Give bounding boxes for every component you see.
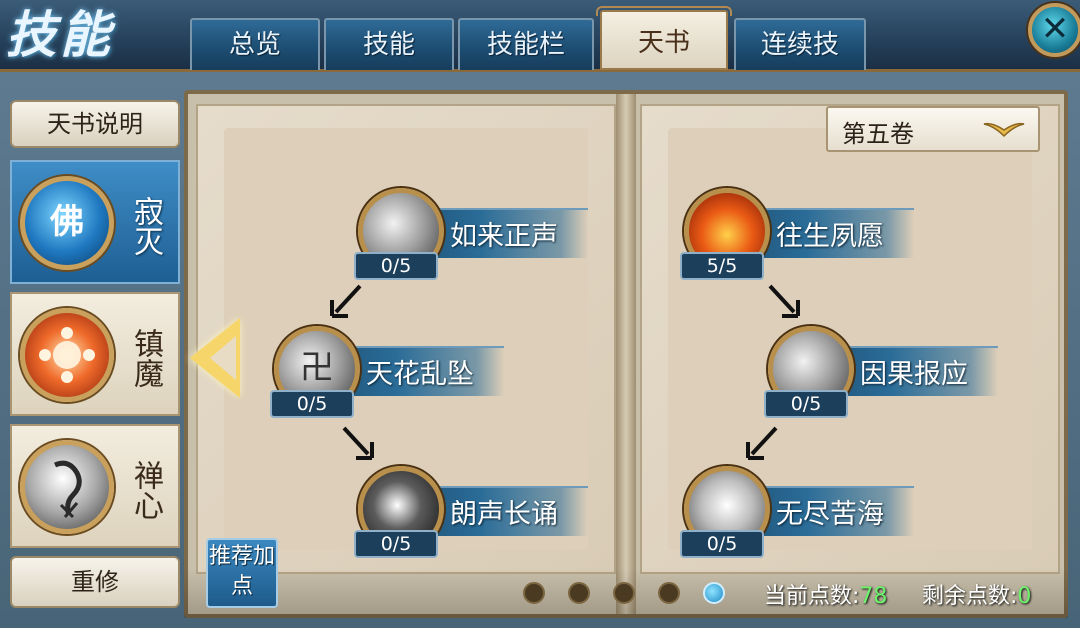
page-dot-4[interactable] (658, 582, 680, 604)
demon-seal-icon (20, 308, 114, 402)
skill-name: 如来正声 (450, 221, 558, 252)
skill-tianhua-luanzhui[interactable]: 卍 天花乱坠 0/5 (270, 326, 504, 418)
tab-overview[interactable]: 总览 (190, 18, 320, 70)
reset-button[interactable]: 重修 (10, 556, 180, 608)
category-label: 镇魔 (128, 328, 163, 388)
top-bar: 技能 总览 技能 技能栏 天书 连续技 ✕ (0, 0, 1080, 72)
swastika-glyph: 卍 (300, 348, 334, 388)
down-left-arrow-icon (330, 284, 362, 318)
skill-name: 往生夙愿 (776, 221, 884, 252)
down-right-arrow-icon (342, 426, 374, 460)
skill-level: 5/5 (680, 252, 764, 280)
book-spine (616, 94, 636, 614)
demon-seal-shape (39, 327, 95, 383)
skill-level: 0/5 (764, 390, 848, 418)
buddha-icon: 佛 (20, 176, 114, 270)
zen-hand-icon (20, 440, 114, 534)
chevron-down-icon (983, 122, 1025, 138)
buddha-glyph: 佛 (50, 202, 84, 242)
skill-wujin-kuhai[interactable]: 无尽苦海 0/5 (680, 466, 914, 558)
remaining-points-label: 剩余点数: (922, 584, 1018, 609)
skill-level: 0/5 (270, 390, 354, 418)
tab-tianshu[interactable]: 天书 (596, 6, 732, 70)
tab-skill-bar[interactable]: 技能栏 (458, 18, 594, 70)
close-x-icon: ✕ (1040, 9, 1070, 49)
window-title: 技能 (6, 5, 114, 64)
current-points: 当前点数:78 (764, 578, 887, 610)
volume-label: 第五卷 (842, 120, 914, 148)
tab-combo[interactable]: 连续技 (734, 18, 866, 70)
down-right-arrow-icon (768, 284, 800, 318)
recommend-label: 推荐加点 (208, 544, 275, 599)
skill-level: 0/5 (680, 530, 764, 558)
page-dot-3[interactable] (613, 582, 635, 604)
skill-rulai-zhengsheng[interactable]: 如来正声 0/5 (354, 188, 588, 280)
page-dot-1[interactable] (523, 582, 545, 604)
page-dot-5[interactable] (703, 582, 725, 604)
skill-name: 无尽苦海 (776, 499, 884, 530)
category-label: 禅心 (128, 460, 163, 520)
skill-name: 因果报应 (860, 359, 968, 390)
category-zhenmo[interactable]: 镇魔 (10, 292, 180, 416)
skill-level: 0/5 (354, 252, 438, 280)
down-left-arrow-icon (746, 426, 778, 460)
skill-yinguo-baoying[interactable]: 因果报应 0/5 (764, 326, 998, 418)
remaining-points-value: 0 (1017, 584, 1032, 609)
selected-category-pointer (190, 318, 240, 398)
tianshu-info-button[interactable]: 天书说明 (10, 100, 180, 148)
skill-langsheng-changsong[interactable]: 朗声长诵 0/5 (354, 466, 588, 558)
skill-name: 朗声长诵 (450, 499, 558, 530)
remaining-points: 剩余点数:0 (922, 578, 1031, 610)
category-label: 寂灭 (128, 196, 163, 256)
close-button[interactable]: ✕ (1028, 3, 1080, 57)
page-dot-2[interactable] (568, 582, 590, 604)
skill-level: 0/5 (354, 530, 438, 558)
current-points-label: 当前点数: (764, 584, 860, 609)
category-jimie[interactable]: 佛 寂灭 (10, 160, 180, 284)
current-points-value: 78 (859, 584, 888, 609)
tab-skills[interactable]: 技能 (324, 18, 454, 70)
zen-hand-shape (54, 460, 82, 519)
recommend-points-button[interactable]: 推荐加点 (206, 538, 278, 608)
category-chanxin[interactable]: 禅心 (10, 424, 180, 548)
skill-wangsheng-suyuan[interactable]: 往生夙愿 5/5 (680, 188, 914, 280)
volume-dropdown[interactable]: 第五卷 (826, 106, 1040, 152)
skill-name: 天花乱坠 (366, 359, 474, 390)
